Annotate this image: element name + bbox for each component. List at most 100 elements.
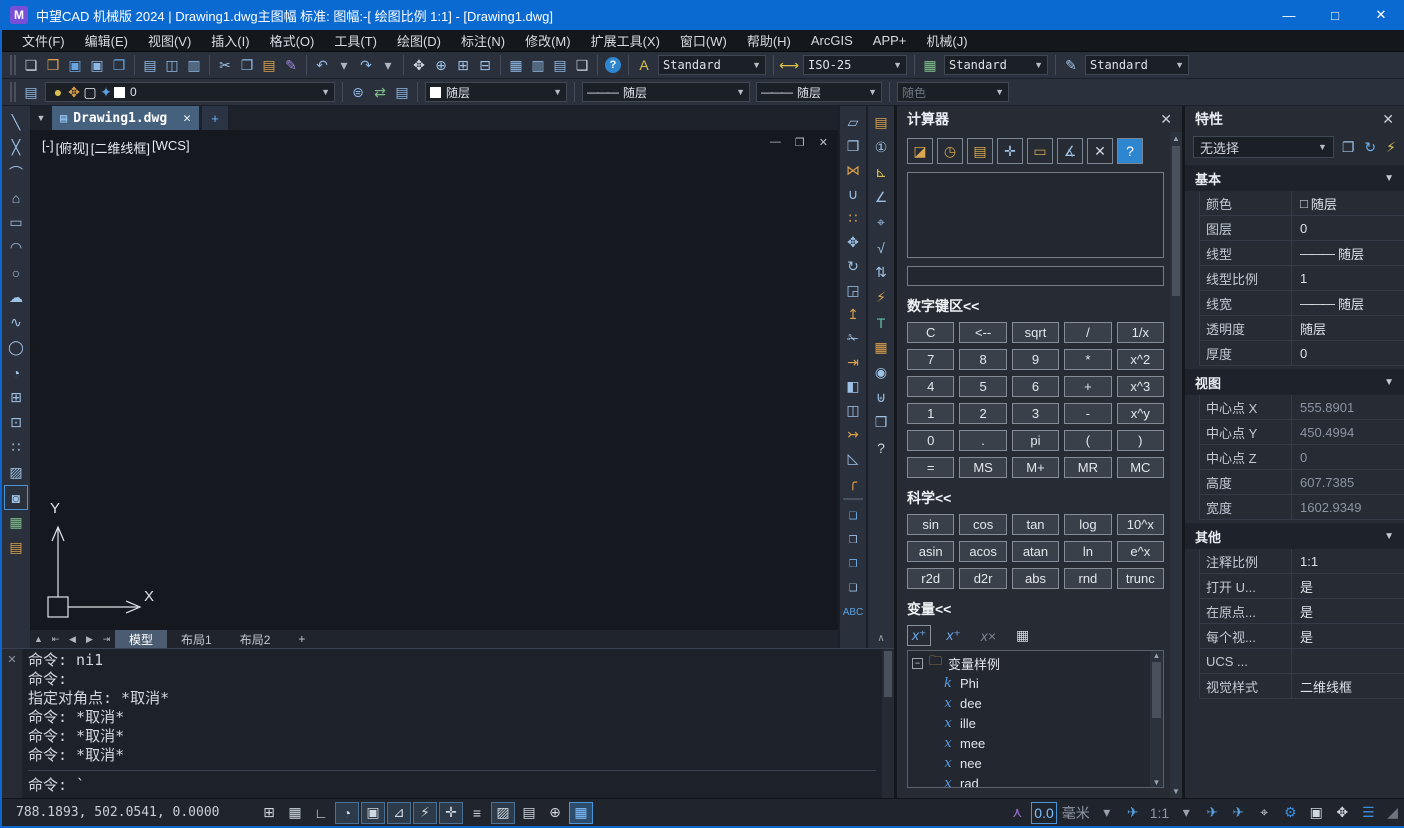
property-row[interactable]: 打开 U...是 [1199, 574, 1404, 599]
property-value[interactable]: 1602.9349 [1292, 500, 1404, 515]
last-tab-icon[interactable]: ⇥ [98, 630, 115, 648]
detail-view-icon[interactable]: ① [869, 135, 893, 160]
insert-block-tool-icon[interactable]: ⊞ [4, 385, 28, 410]
text-style-combo[interactable]: Standard▼ [658, 55, 766, 75]
sci-key[interactable]: sin [907, 514, 954, 535]
new-drawing-icon[interactable]: ❏ [20, 54, 42, 76]
property-value[interactable]: 1:1 [1292, 554, 1404, 569]
property-row[interactable]: 中心点 X555.8901 [1199, 395, 1404, 420]
menu-item[interactable]: 窗口(W) [670, 31, 737, 50]
rectangle-tool-icon[interactable]: ▭ [4, 210, 28, 235]
mirror-tool-icon[interactable]: ⋈ [841, 158, 865, 182]
attach-icon[interactable]: ❑ [571, 54, 593, 76]
break-at-point-tool-icon[interactable]: ◧ [841, 374, 865, 398]
dynamic-input-toggle[interactable]: ✛ [439, 802, 463, 824]
calc-key[interactable]: ( [1064, 430, 1111, 451]
property-row[interactable]: 厚度0 [1199, 341, 1404, 366]
calc-key[interactable]: 0 [907, 430, 954, 451]
calc-key[interactable]: MC [1117, 457, 1164, 478]
calc-measure-angle-icon[interactable]: ∡ [1057, 138, 1083, 164]
menu-item[interactable]: 插入(I) [201, 31, 259, 50]
properties-close-icon[interactable]: ✕ [1382, 111, 1394, 128]
calc-key[interactable]: = [907, 457, 954, 478]
cut-icon[interactable]: ✂ [214, 54, 236, 76]
calc-key[interactable]: * [1064, 349, 1111, 370]
calc-key[interactable]: 8 [959, 349, 1006, 370]
science-section-header[interactable]: 科学<< [907, 488, 1164, 508]
mtext-tool-icon[interactable]: ▤ [4, 535, 28, 560]
layout-tab[interactable]: + [284, 630, 319, 648]
section-header[interactable]: 其他▼ [1185, 523, 1404, 549]
calc-key[interactable]: / [1064, 322, 1111, 343]
balloon-icon[interactable]: ◉ [869, 360, 893, 385]
minimize-button[interactable]: — [1266, 0, 1312, 30]
property-row[interactable]: 在原点...是 [1199, 599, 1404, 624]
variable-row[interactable]: x dee [912, 693, 1150, 713]
polar-toggle[interactable]: ◔ [335, 802, 359, 824]
publish-icon[interactable]: ▥ [183, 54, 205, 76]
layer-on-icon[interactable]: ● [50, 81, 66, 103]
transparency-toggle[interactable]: ▨ [491, 802, 515, 824]
redo-icon[interactable]: ↷ [355, 54, 377, 76]
command-scrollbar[interactable] [882, 649, 894, 798]
menu-item[interactable]: 修改(M) [515, 31, 581, 50]
property-row[interactable]: 宽度1602.9349 [1199, 495, 1404, 520]
sci-key[interactable]: d2r [959, 568, 1006, 589]
sci-key[interactable]: ln [1064, 541, 1111, 562]
variable-row[interactable]: x ille [912, 713, 1150, 733]
property-value[interactable]: □随层 [1292, 194, 1404, 213]
annotation-scale-dropdown-icon[interactable]: ▾ [1174, 802, 1198, 824]
tree-collapse-icon[interactable]: − [912, 658, 923, 669]
sci-key[interactable]: log [1064, 514, 1111, 535]
maximize-button[interactable]: □ [1312, 0, 1358, 30]
annotation-visibility-icon[interactable]: ✈ [1200, 802, 1224, 824]
viewport-control[interactable]: [-] [42, 138, 54, 157]
match-properties-icon[interactable]: ✎ [280, 54, 302, 76]
property-value[interactable]: 0 [1292, 221, 1404, 236]
text-to-front-icon[interactable]: ABC [841, 600, 865, 624]
menu-item[interactable]: 标注(N) [451, 31, 515, 50]
layer-plot-icon[interactable]: ▢ [82, 81, 98, 103]
properties-palette-icon[interactable]: ▦ [505, 54, 527, 76]
calc-clear-icon[interactable]: ◪ [907, 138, 933, 164]
prev-tab-icon[interactable]: ◀ [64, 630, 81, 648]
hardware-accel-icon[interactable]: ▣ [1304, 802, 1328, 824]
color-combo[interactable]: 随层▼ [425, 82, 567, 102]
snap-toggle[interactable]: ⊞ [257, 802, 281, 824]
property-row[interactable]: 线宽———随层 [1199, 291, 1404, 316]
property-row[interactable]: 透明度随层 [1199, 316, 1404, 341]
property-value[interactable]: 是 [1292, 602, 1404, 621]
calc-key[interactable]: 7 [907, 349, 954, 370]
variables-folder-row[interactable]: − 🗀 变量样例 [912, 653, 1150, 673]
open-icon[interactable]: ❒ [42, 54, 64, 76]
sci-key[interactable]: e^x [1117, 541, 1164, 562]
circle-tool-icon[interactable]: ○ [4, 260, 28, 285]
model-paper-toggle[interactable]: ▦ [569, 802, 593, 824]
trim-tool-icon[interactable]: ✁ [841, 326, 865, 350]
calc-history-icon[interactable]: ◷ [937, 138, 963, 164]
calc-key[interactable]: 4 [907, 376, 954, 397]
calc-key[interactable]: ) [1117, 430, 1164, 451]
variables-section-header[interactable]: 变量<< [907, 599, 1164, 619]
ellipse-tool-icon[interactable]: ◯ [4, 335, 28, 360]
property-value[interactable]: 0 [1292, 450, 1404, 465]
save-as-icon[interactable]: ▣ [86, 54, 108, 76]
property-row[interactable]: 线型比例1 [1199, 266, 1404, 291]
calc-key[interactable]: x^2 [1117, 349, 1164, 370]
menu-item[interactable]: 绘图(D) [387, 31, 451, 50]
calc-key[interactable]: 9 [1012, 349, 1059, 370]
line-tool-icon[interactable]: ╲ [4, 110, 28, 135]
quick-properties-toggle[interactable]: ▤ [517, 802, 541, 824]
keypad-section-header[interactable]: 数字键区<< [907, 296, 1164, 316]
make-block-tool-icon[interactable]: ⊡ [4, 410, 28, 435]
plot-preview-icon[interactable]: ◫ [161, 54, 183, 76]
calc-key[interactable]: pi [1012, 430, 1059, 451]
erase-tool-icon[interactable]: ▱ [841, 110, 865, 134]
annotation-monitor-toggle[interactable]: ⊕ [543, 802, 567, 824]
property-row[interactable]: 视觉样式二维线框 [1199, 674, 1404, 699]
redo-dropdown-icon[interactable]: ▾ [377, 54, 399, 76]
calc-key[interactable]: sqrt [1012, 322, 1059, 343]
mech-text-icon[interactable]: T [869, 310, 893, 335]
bring-to-front-icon[interactable]: ❏ [841, 504, 865, 528]
toolbar-grip[interactable] [10, 82, 16, 102]
